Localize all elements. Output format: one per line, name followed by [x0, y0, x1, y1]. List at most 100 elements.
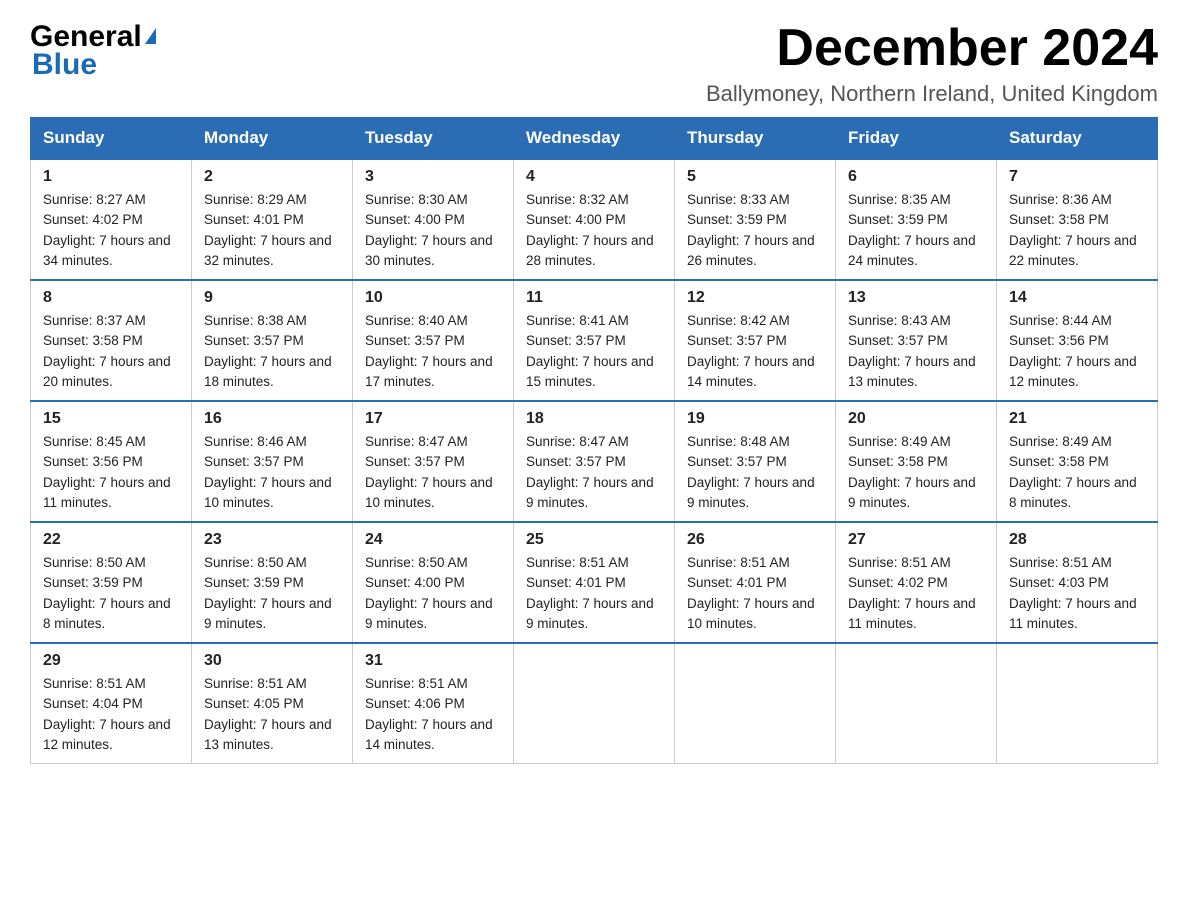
logo: General Blue: [30, 20, 156, 82]
day-number: 9: [204, 289, 340, 307]
day-number: 17: [365, 410, 501, 428]
calendar-cell: [675, 643, 836, 764]
day-info: Sunrise: 8:43 AMSunset: 3:57 PMDaylight:…: [848, 313, 976, 389]
calendar-cell: 26 Sunrise: 8:51 AMSunset: 4:01 PMDaylig…: [675, 522, 836, 643]
day-number: 1: [43, 168, 179, 186]
day-number: 5: [687, 168, 823, 186]
calendar-cell: 20 Sunrise: 8:49 AMSunset: 3:58 PMDaylig…: [836, 401, 997, 522]
day-info: Sunrise: 8:47 AMSunset: 3:57 PMDaylight:…: [526, 434, 654, 510]
calendar-week-row: 8 Sunrise: 8:37 AMSunset: 3:58 PMDayligh…: [31, 280, 1158, 401]
day-info: Sunrise: 8:44 AMSunset: 3:56 PMDaylight:…: [1009, 313, 1137, 389]
day-number: 6: [848, 168, 984, 186]
day-info: Sunrise: 8:50 AMSunset: 3:59 PMDaylight:…: [43, 555, 171, 631]
header-friday: Friday: [836, 118, 997, 160]
calendar-cell: 12 Sunrise: 8:42 AMSunset: 3:57 PMDaylig…: [675, 280, 836, 401]
calendar-cell: 23 Sunrise: 8:50 AMSunset: 3:59 PMDaylig…: [192, 522, 353, 643]
day-info: Sunrise: 8:27 AMSunset: 4:02 PMDaylight:…: [43, 192, 171, 268]
logo-blue: Blue: [30, 48, 97, 82]
day-info: Sunrise: 8:51 AMSunset: 4:03 PMDaylight:…: [1009, 555, 1137, 631]
calendar-cell: 29 Sunrise: 8:51 AMSunset: 4:04 PMDaylig…: [31, 643, 192, 764]
day-number: 13: [848, 289, 984, 307]
day-number: 29: [43, 652, 179, 670]
calendar-cell: 24 Sunrise: 8:50 AMSunset: 4:00 PMDaylig…: [353, 522, 514, 643]
calendar-cell: 17 Sunrise: 8:47 AMSunset: 3:57 PMDaylig…: [353, 401, 514, 522]
day-number: 8: [43, 289, 179, 307]
calendar-week-row: 22 Sunrise: 8:50 AMSunset: 3:59 PMDaylig…: [31, 522, 1158, 643]
calendar-cell: 10 Sunrise: 8:40 AMSunset: 3:57 PMDaylig…: [353, 280, 514, 401]
calendar-week-row: 29 Sunrise: 8:51 AMSunset: 4:04 PMDaylig…: [31, 643, 1158, 764]
calendar-cell: 13 Sunrise: 8:43 AMSunset: 3:57 PMDaylig…: [836, 280, 997, 401]
day-info: Sunrise: 8:37 AMSunset: 3:58 PMDaylight:…: [43, 313, 171, 389]
day-info: Sunrise: 8:51 AMSunset: 4:01 PMDaylight:…: [526, 555, 654, 631]
calendar-cell: 19 Sunrise: 8:48 AMSunset: 3:57 PMDaylig…: [675, 401, 836, 522]
day-number: 25: [526, 531, 662, 549]
day-number: 16: [204, 410, 340, 428]
page-header: General Blue December 2024 Ballymoney, N…: [30, 20, 1158, 107]
day-number: 22: [43, 531, 179, 549]
day-info: Sunrise: 8:33 AMSunset: 3:59 PMDaylight:…: [687, 192, 815, 268]
day-number: 21: [1009, 410, 1145, 428]
calendar-cell: 11 Sunrise: 8:41 AMSunset: 3:57 PMDaylig…: [514, 280, 675, 401]
day-info: Sunrise: 8:49 AMSunset: 3:58 PMDaylight:…: [1009, 434, 1137, 510]
header-sunday: Sunday: [31, 118, 192, 160]
main-title: December 2024: [706, 20, 1158, 77]
calendar-cell: 5 Sunrise: 8:33 AMSunset: 3:59 PMDayligh…: [675, 159, 836, 280]
header-saturday: Saturday: [997, 118, 1158, 160]
day-info: Sunrise: 8:32 AMSunset: 4:00 PMDaylight:…: [526, 192, 654, 268]
calendar-header-row: SundayMondayTuesdayWednesdayThursdayFrid…: [31, 118, 1158, 160]
calendar-cell: 15 Sunrise: 8:45 AMSunset: 3:56 PMDaylig…: [31, 401, 192, 522]
day-number: 24: [365, 531, 501, 549]
day-info: Sunrise: 8:51 AMSunset: 4:04 PMDaylight:…: [43, 676, 171, 752]
day-info: Sunrise: 8:49 AMSunset: 3:58 PMDaylight:…: [848, 434, 976, 510]
calendar-cell: 16 Sunrise: 8:46 AMSunset: 3:57 PMDaylig…: [192, 401, 353, 522]
day-info: Sunrise: 8:51 AMSunset: 4:06 PMDaylight:…: [365, 676, 493, 752]
calendar-week-row: 15 Sunrise: 8:45 AMSunset: 3:56 PMDaylig…: [31, 401, 1158, 522]
calendar-cell: 31 Sunrise: 8:51 AMSunset: 4:06 PMDaylig…: [353, 643, 514, 764]
calendar-cell: 28 Sunrise: 8:51 AMSunset: 4:03 PMDaylig…: [997, 522, 1158, 643]
day-info: Sunrise: 8:35 AMSunset: 3:59 PMDaylight:…: [848, 192, 976, 268]
day-number: 10: [365, 289, 501, 307]
calendar-cell: 2 Sunrise: 8:29 AMSunset: 4:01 PMDayligh…: [192, 159, 353, 280]
day-info: Sunrise: 8:45 AMSunset: 3:56 PMDaylight:…: [43, 434, 171, 510]
calendar-cell: 6 Sunrise: 8:35 AMSunset: 3:59 PMDayligh…: [836, 159, 997, 280]
day-info: Sunrise: 8:51 AMSunset: 4:01 PMDaylight:…: [687, 555, 815, 631]
header-monday: Monday: [192, 118, 353, 160]
day-info: Sunrise: 8:38 AMSunset: 3:57 PMDaylight:…: [204, 313, 332, 389]
day-number: 26: [687, 531, 823, 549]
calendar-cell: 7 Sunrise: 8:36 AMSunset: 3:58 PMDayligh…: [997, 159, 1158, 280]
calendar-cell: 1 Sunrise: 8:27 AMSunset: 4:02 PMDayligh…: [31, 159, 192, 280]
day-number: 30: [204, 652, 340, 670]
calendar-table: SundayMondayTuesdayWednesdayThursdayFrid…: [30, 117, 1158, 764]
day-info: Sunrise: 8:40 AMSunset: 3:57 PMDaylight:…: [365, 313, 493, 389]
calendar-cell: 27 Sunrise: 8:51 AMSunset: 4:02 PMDaylig…: [836, 522, 997, 643]
day-info: Sunrise: 8:30 AMSunset: 4:00 PMDaylight:…: [365, 192, 493, 268]
day-info: Sunrise: 8:42 AMSunset: 3:57 PMDaylight:…: [687, 313, 815, 389]
day-info: Sunrise: 8:51 AMSunset: 4:02 PMDaylight:…: [848, 555, 976, 631]
subtitle: Ballymoney, Northern Ireland, United Kin…: [706, 81, 1158, 107]
day-info: Sunrise: 8:36 AMSunset: 3:58 PMDaylight:…: [1009, 192, 1137, 268]
day-info: Sunrise: 8:51 AMSunset: 4:05 PMDaylight:…: [204, 676, 332, 752]
day-number: 31: [365, 652, 501, 670]
calendar-cell: 25 Sunrise: 8:51 AMSunset: 4:01 PMDaylig…: [514, 522, 675, 643]
calendar-cell: [836, 643, 997, 764]
day-info: Sunrise: 8:29 AMSunset: 4:01 PMDaylight:…: [204, 192, 332, 268]
logo-triangle-icon: [145, 28, 156, 44]
header-tuesday: Tuesday: [353, 118, 514, 160]
calendar-week-row: 1 Sunrise: 8:27 AMSunset: 4:02 PMDayligh…: [31, 159, 1158, 280]
calendar-cell: 3 Sunrise: 8:30 AMSunset: 4:00 PMDayligh…: [353, 159, 514, 280]
calendar-cell: 14 Sunrise: 8:44 AMSunset: 3:56 PMDaylig…: [997, 280, 1158, 401]
day-number: 11: [526, 289, 662, 307]
day-number: 14: [1009, 289, 1145, 307]
calendar-cell: [997, 643, 1158, 764]
day-number: 27: [848, 531, 984, 549]
day-info: Sunrise: 8:47 AMSunset: 3:57 PMDaylight:…: [365, 434, 493, 510]
day-number: 7: [1009, 168, 1145, 186]
header-wednesday: Wednesday: [514, 118, 675, 160]
day-number: 19: [687, 410, 823, 428]
day-number: 12: [687, 289, 823, 307]
day-number: 4: [526, 168, 662, 186]
day-number: 3: [365, 168, 501, 186]
day-number: 18: [526, 410, 662, 428]
calendar-cell: 21 Sunrise: 8:49 AMSunset: 3:58 PMDaylig…: [997, 401, 1158, 522]
title-block: December 2024 Ballymoney, Northern Irela…: [706, 20, 1158, 107]
